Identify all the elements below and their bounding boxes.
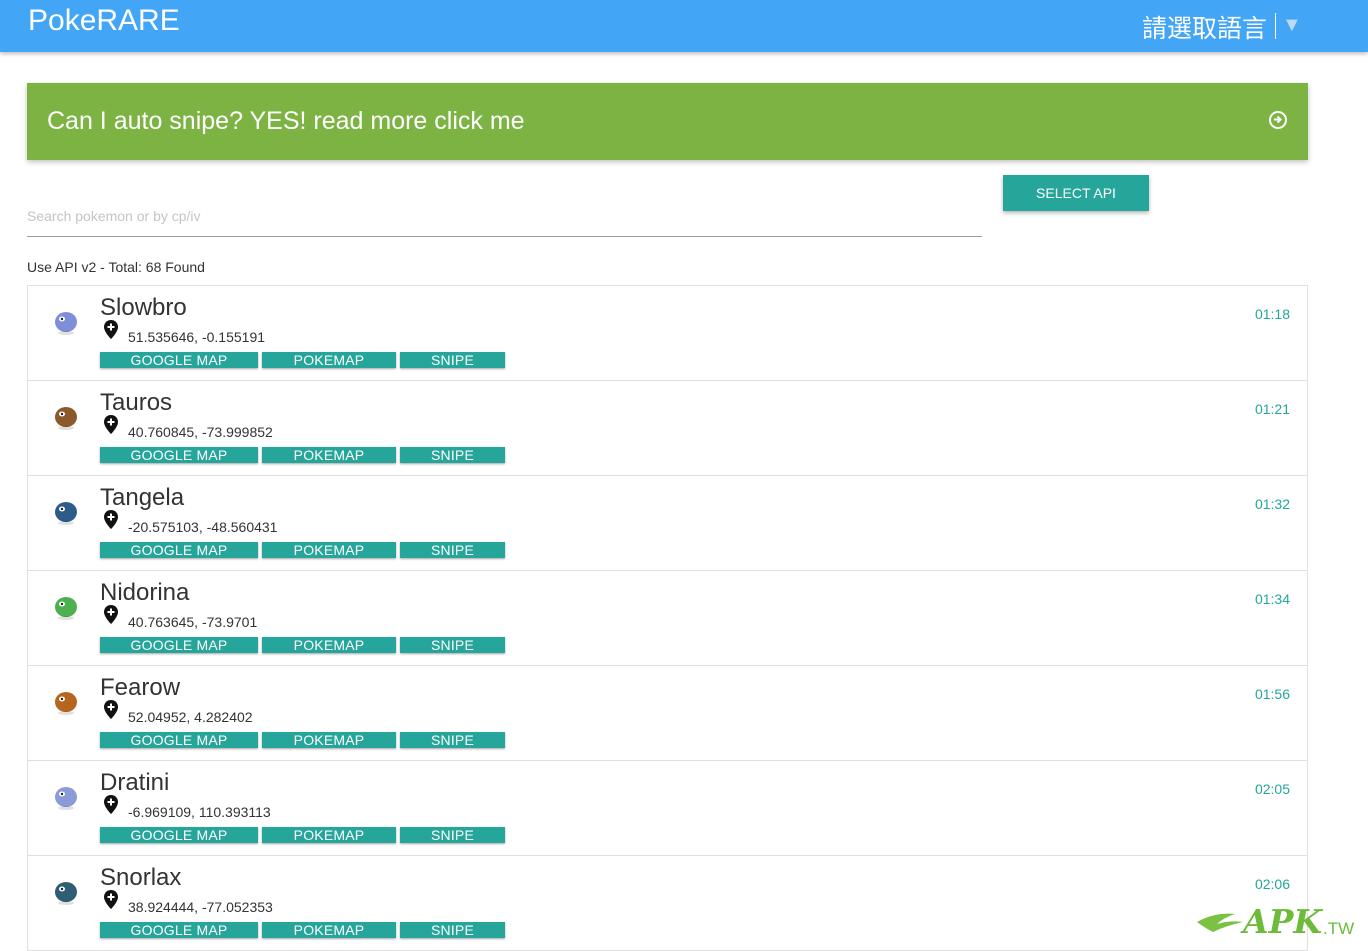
pokemon-sprite-icon <box>46 872 86 908</box>
pokemon-name[interactable]: Slowbro <box>100 294 187 322</box>
dropdown-arrow-icon[interactable]: ▼ <box>1282 14 1302 37</box>
watermark-suffix: .TW <box>1323 919 1354 938</box>
list-item: Dratini -6.969109, 110.393113 GOOGLE MAP PO… <box>28 761 1307 856</box>
pokemon-name[interactable]: Snorlax <box>100 864 181 892</box>
language-select[interactable]: 請選取語言 <box>1142 9 1267 45</box>
pokemap-button[interactable]: POKEMAP <box>262 637 396 653</box>
watermark-text: APK <box>1240 902 1323 940</box>
coordinates: -6.969109, 110.393113 <box>128 804 271 820</box>
google-map-button[interactable]: GOOGLE MAP <box>100 922 258 938</box>
snipe-button[interactable]: SNIPE <box>400 922 505 938</box>
arrow-circle-right-icon <box>1269 111 1287 129</box>
snipe-button[interactable]: SNIPE <box>400 542 505 558</box>
map-pin-icon <box>104 795 118 819</box>
time-remaining: 01:21 <box>1254 401 1290 417</box>
list-item: Fearow 52.04952, 4.282402 GOOGLE MAP POKEMA… <box>28 666 1307 761</box>
pokemon-sprite-icon <box>46 492 86 528</box>
top-navbar: PokeRARE 請選取語言 ▼ <box>0 0 1368 52</box>
map-pin-icon <box>104 605 118 629</box>
pokemon-sprite-icon <box>46 587 86 623</box>
apk-tw-watermark: APK .TW <box>1195 900 1365 941</box>
coordinates: 52.04952, 4.282402 <box>128 709 253 725</box>
pokemap-button[interactable]: POKEMAP <box>262 732 396 748</box>
pokemap-button[interactable]: POKEMAP <box>262 447 396 463</box>
coordinates: -20.575103, -48.560431 <box>128 519 278 535</box>
list-item: Nidorina 40.763645, -73.9701 GOOGLE MAP POK… <box>28 571 1307 666</box>
map-pin-icon <box>104 415 118 439</box>
snipe-button[interactable]: SNIPE <box>400 352 505 368</box>
coordinates: 38.924444, -77.052353 <box>128 899 273 915</box>
pokemon-sprite-icon <box>46 397 86 433</box>
snipe-button[interactable]: SNIPE <box>400 827 505 843</box>
google-map-button[interactable]: GOOGLE MAP <box>100 732 258 748</box>
map-pin-icon <box>104 510 118 534</box>
time-remaining: 02:06 <box>1254 876 1290 892</box>
pokemon-name[interactable]: Dratini <box>100 769 169 797</box>
map-pin-icon <box>104 890 118 914</box>
google-map-button[interactable]: GOOGLE MAP <box>100 352 258 368</box>
snipe-button[interactable]: SNIPE <box>400 447 505 463</box>
google-map-button[interactable]: GOOGLE MAP <box>100 447 258 463</box>
snipe-button[interactable]: SNIPE <box>400 637 505 653</box>
pokemap-button[interactable]: POKEMAP <box>262 542 396 558</box>
pokemon-name[interactable]: Tangela <box>100 484 184 512</box>
banner-text: Can I auto snipe? YES! read more click m… <box>47 107 525 135</box>
list-item: Tangela -20.575103, -48.560431 GOOGLE MAP P… <box>28 476 1307 571</box>
time-remaining: 01:34 <box>1254 591 1290 607</box>
coordinates: 51.535646, -0.155191 <box>128 329 266 345</box>
brand-logo[interactable]: PokeRARE <box>28 4 180 38</box>
pokemap-button[interactable]: POKEMAP <box>262 352 396 368</box>
list-item: Tauros 40.760845, -73.999852 GOOGLE MAP POK… <box>28 381 1307 476</box>
pokemap-button[interactable]: POKEMAP <box>262 922 396 938</box>
pokemon-sprite-icon <box>46 682 86 718</box>
pokemon-sprite-icon <box>46 777 86 813</box>
google-map-button[interactable]: GOOGLE MAP <box>100 637 258 653</box>
pokemap-button[interactable]: POKEMAP <box>262 827 396 843</box>
time-remaining: 01:32 <box>1254 496 1290 512</box>
coordinates: 40.763645, -73.9701 <box>128 614 258 630</box>
pokemon-name[interactable]: Nidorina <box>100 579 189 607</box>
google-map-button[interactable]: GOOGLE MAP <box>100 542 258 558</box>
map-pin-icon <box>104 700 118 724</box>
select-api-button[interactable]: SELECT API <box>1003 175 1149 211</box>
text-cursor <box>1275 13 1276 39</box>
pokemon-list: Slowbro 51.535646, -0.155191 GOOGLE MAP POK… <box>27 285 1308 951</box>
google-map-button[interactable]: GOOGLE MAP <box>100 827 258 843</box>
pokemon-name[interactable]: Tauros <box>100 389 172 417</box>
list-item: Snorlax 38.924444, -77.052353 GOOGLE MAP PO… <box>28 856 1307 951</box>
auto-snipe-banner[interactable]: Can I auto snipe? YES! read more click m… <box>27 83 1308 160</box>
time-remaining: 01:18 <box>1254 306 1290 322</box>
search-input[interactable] <box>27 196 982 237</box>
pokemon-sprite-icon <box>46 302 86 338</box>
list-item: Slowbro 51.535646, -0.155191 GOOGLE MAP POK… <box>28 286 1307 381</box>
time-remaining: 02:05 <box>1254 781 1290 797</box>
snipe-button[interactable]: SNIPE <box>400 732 505 748</box>
map-pin-icon <box>104 320 118 344</box>
pokemon-name[interactable]: Fearow <box>100 674 180 702</box>
time-remaining: 01:56 <box>1254 686 1290 702</box>
result-count: Use API v2 - Total: 68 Found <box>27 259 205 275</box>
coordinates: 40.760845, -73.999852 <box>128 424 273 440</box>
